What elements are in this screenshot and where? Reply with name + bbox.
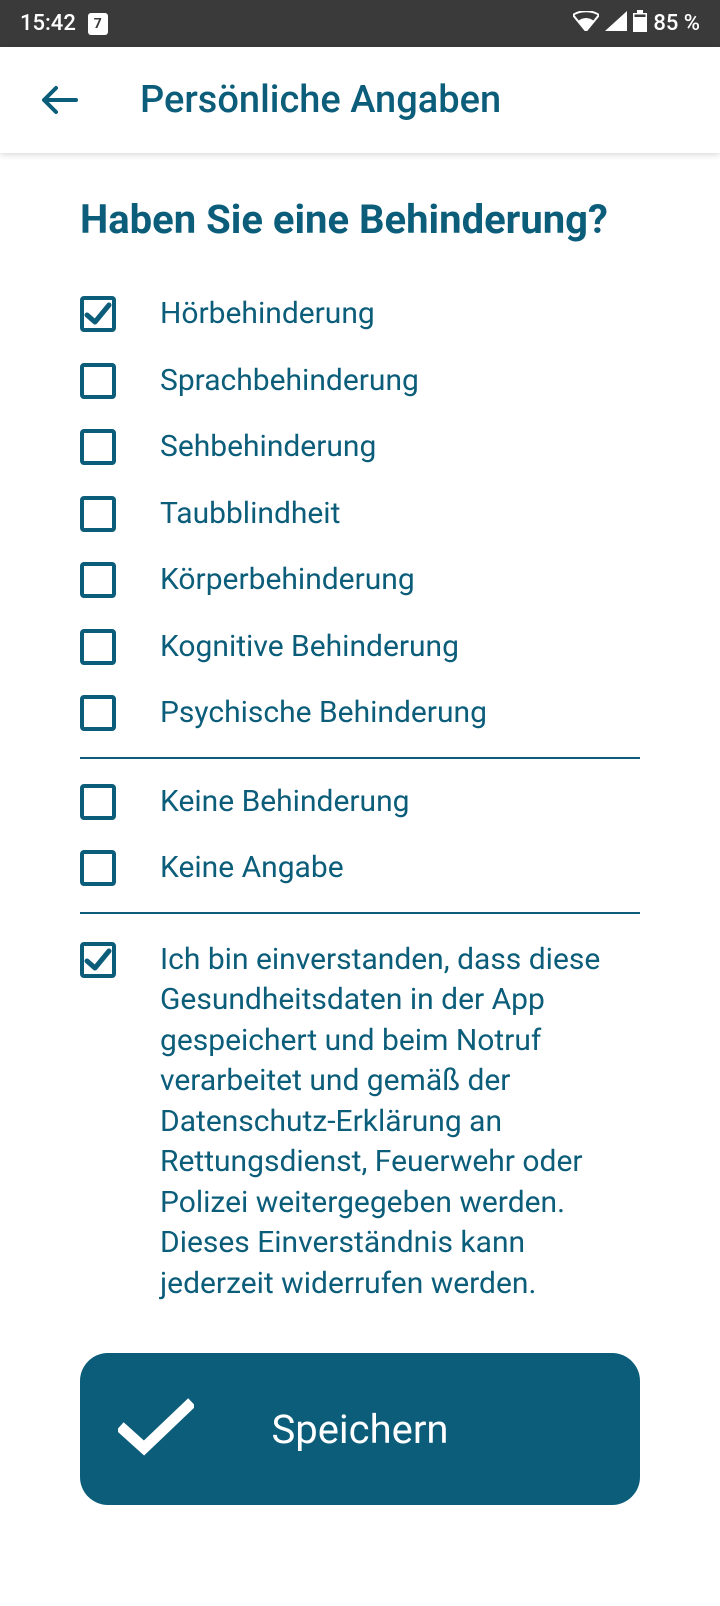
app-bar: Persönliche Angaben xyxy=(0,47,720,153)
divider xyxy=(80,757,640,759)
disability-option-label: Sehbehinderung xyxy=(160,427,376,468)
status-bar: 15:42 7 85 % xyxy=(0,0,720,47)
disability-option-checkbox[interactable] xyxy=(80,695,116,731)
disability-option-label: Sprachbehinderung xyxy=(160,361,419,402)
disability-option-row[interactable]: Sehbehinderung xyxy=(80,414,640,481)
page-title: Persönliche Angaben xyxy=(140,78,501,122)
none-option-label: Keine Behinderung xyxy=(160,782,410,823)
question-title: Haben Sie eine Behinderung? xyxy=(80,193,640,247)
disability-option-row[interactable]: Taubblindheit xyxy=(80,481,640,548)
disability-option-row[interactable]: Kognitive Behinderung xyxy=(80,614,640,681)
save-button[interactable]: Speichern xyxy=(80,1353,640,1505)
calendar-icon: 7 xyxy=(88,13,108,35)
content-area: Haben Sie eine Behinderung? Hörbehinderu… xyxy=(0,153,720,1505)
none-option-checkbox[interactable] xyxy=(80,850,116,886)
back-button[interactable] xyxy=(40,80,80,120)
none-options: Keine Behinderung Keine Angabe xyxy=(80,769,640,902)
disability-option-checkbox[interactable] xyxy=(80,296,116,332)
disability-option-label: Kognitive Behinderung xyxy=(160,627,459,668)
none-option-label: Keine Angabe xyxy=(160,848,344,889)
none-option-row[interactable]: Keine Behinderung xyxy=(80,769,640,836)
status-time: 15:42 xyxy=(20,11,76,36)
disability-options: Hörbehinderung Sprachbehinderung Sehbehind… xyxy=(80,281,640,747)
none-option-checkbox[interactable] xyxy=(80,784,116,820)
consent-checkbox[interactable] xyxy=(80,942,116,978)
disability-option-row[interactable]: Psychische Behinderung xyxy=(80,680,640,747)
battery-percent: 85 % xyxy=(653,11,700,36)
consent-text: Ich bin einverstanden, dass diese Gesund… xyxy=(160,940,640,1305)
disability-option-row[interactable]: Sprachbehinderung xyxy=(80,348,640,415)
status-bar-right: 85 % xyxy=(573,10,700,38)
check-icon xyxy=(118,1398,194,1460)
divider xyxy=(80,912,640,914)
status-bar-left: 15:42 7 xyxy=(20,11,108,36)
disability-option-checkbox[interactable] xyxy=(80,562,116,598)
arrow-left-icon xyxy=(42,82,78,118)
disability-option-checkbox[interactable] xyxy=(80,629,116,665)
disability-option-label: Taubblindheit xyxy=(160,494,340,535)
signal-icon xyxy=(605,11,627,37)
save-button-label: Speichern xyxy=(272,1406,449,1453)
disability-option-label: Hörbehinderung xyxy=(160,294,375,335)
disability-option-row[interactable]: Körperbehinderung xyxy=(80,547,640,614)
disability-option-label: Körperbehinderung xyxy=(160,560,415,601)
disability-option-checkbox[interactable] xyxy=(80,363,116,399)
disability-option-checkbox[interactable] xyxy=(80,429,116,465)
wifi-icon xyxy=(573,11,599,37)
battery-icon xyxy=(633,10,647,38)
disability-option-label: Psychische Behinderung xyxy=(160,693,487,734)
disability-option-checkbox[interactable] xyxy=(80,496,116,532)
consent-checkbox-row[interactable]: Ich bin einverstanden, dass diese Gesund… xyxy=(80,924,640,1318)
disability-option-row[interactable]: Hörbehinderung xyxy=(80,281,640,348)
none-option-row[interactable]: Keine Angabe xyxy=(80,835,640,902)
